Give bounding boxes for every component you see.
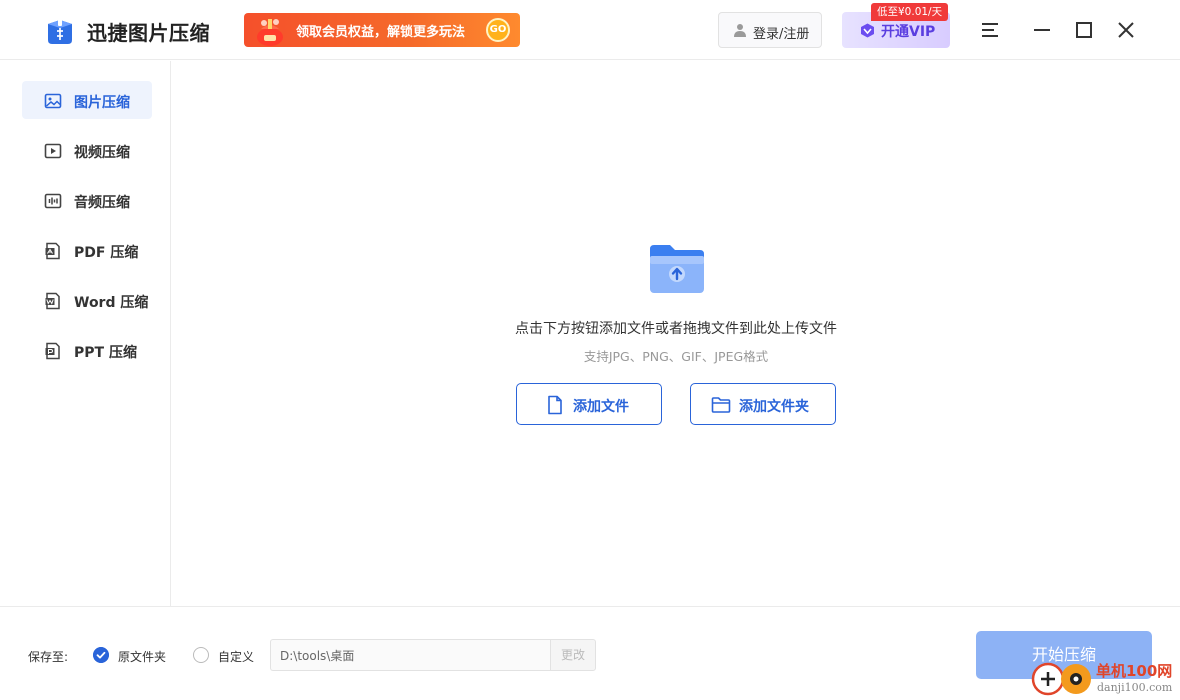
audio-icon — [44, 193, 62, 209]
folder-upload-icon — [650, 245, 704, 293]
menu-icon[interactable] — [978, 18, 1002, 42]
sidebar-item-word[interactable]: Word 压缩 — [22, 281, 152, 319]
add-folder-label: 添加文件夹 — [739, 399, 809, 415]
watermark-site-name: 单机100网 — [1096, 662, 1173, 680]
pdf-icon — [45, 242, 60, 260]
change-path-button[interactable]: 更改 — [550, 639, 596, 671]
sidebar-item-audio[interactable]: 音频压缩 — [22, 181, 152, 219]
add-file-button[interactable]: 添加文件 — [516, 383, 662, 425]
radio-original-label[interactable]: 原文件夹 — [118, 648, 166, 665]
watermark-logo-icon — [1031, 662, 1091, 696]
drop-zone[interactable]: 点击下方按钮添加文件或者拖拽文件到此处上传文件 支持JPG、PNG、GIF、JP… — [172, 61, 1180, 606]
footer-bar: 保存至: 原文件夹 自定义 更改 开始压缩 — [0, 606, 1180, 700]
image-icon — [44, 93, 62, 109]
sidebar-item-label: 视频压缩 — [74, 145, 130, 161]
vip-label: 开通VIP — [881, 24, 936, 40]
add-file-label: 添加文件 — [573, 399, 629, 415]
supported-formats-text: 支持JPG、PNG、GIF、JPEG格式 — [583, 349, 769, 364]
sidebar-item-label: Word 压缩 — [74, 295, 149, 311]
promo-text: 领取会员权益，解锁更多玩法 — [296, 25, 466, 40]
app-logo-icon — [48, 16, 72, 44]
sidebar-item-ppt[interactable]: PPT 压缩 — [22, 331, 152, 369]
vip-price-badge: 低至¥0.01/天 — [871, 3, 949, 21]
title-bar: 迅捷图片压缩 领取会员权益，解锁更多玩法 GO 登录/注册 开通VIP 低至¥0… — [0, 0, 1180, 60]
word-icon — [45, 292, 60, 310]
watermark-site-url: danji100.com — [1097, 681, 1173, 694]
login-button[interactable]: 登录/注册 — [718, 12, 822, 48]
sidebar-item-image[interactable]: 图片压缩 — [22, 81, 152, 119]
sidebar-item-label: PDF 压缩 — [74, 245, 139, 261]
close-icon[interactable] — [1114, 18, 1138, 42]
sidebar: 图片压缩 视频压缩 音频压缩 PDF 压缩 Word 压缩 PPT 压缩 — [0, 61, 171, 606]
save-to-label: 保存至: — [28, 650, 69, 664]
vip-crown-icon — [861, 23, 874, 38]
promo-banner[interactable]: 领取会员权益，解锁更多玩法 GO — [244, 13, 520, 47]
sidebar-item-label: PPT 压缩 — [74, 345, 137, 361]
user-icon — [734, 24, 746, 37]
file-icon — [548, 395, 562, 415]
gift-bag-icon — [257, 19, 283, 46]
add-folder-button[interactable]: 添加文件夹 — [690, 383, 836, 425]
sidebar-item-video[interactable]: 视频压缩 — [22, 131, 152, 169]
sidebar-item-pdf[interactable]: PDF 压缩 — [22, 231, 152, 269]
maximize-icon[interactable] — [1072, 18, 1096, 42]
video-icon — [44, 143, 62, 159]
login-label: 登录/注册 — [753, 27, 810, 42]
radio-original-folder[interactable] — [93, 647, 109, 663]
radio-custom-label[interactable]: 自定义 — [218, 648, 254, 665]
drop-hint-text: 点击下方按钮添加文件或者拖拽文件到此处上传文件 — [515, 321, 837, 337]
minimize-icon[interactable] — [1030, 18, 1054, 42]
sidebar-item-label: 音频压缩 — [74, 195, 130, 211]
save-path-input[interactable] — [270, 639, 551, 671]
app-title: 迅捷图片压缩 — [87, 21, 210, 45]
promo-go-button[interactable]: GO — [486, 18, 510, 42]
radio-custom-folder[interactable] — [193, 647, 209, 663]
folder-icon — [711, 397, 731, 413]
sidebar-item-label: 图片压缩 — [74, 95, 130, 111]
ppt-icon — [45, 342, 60, 360]
